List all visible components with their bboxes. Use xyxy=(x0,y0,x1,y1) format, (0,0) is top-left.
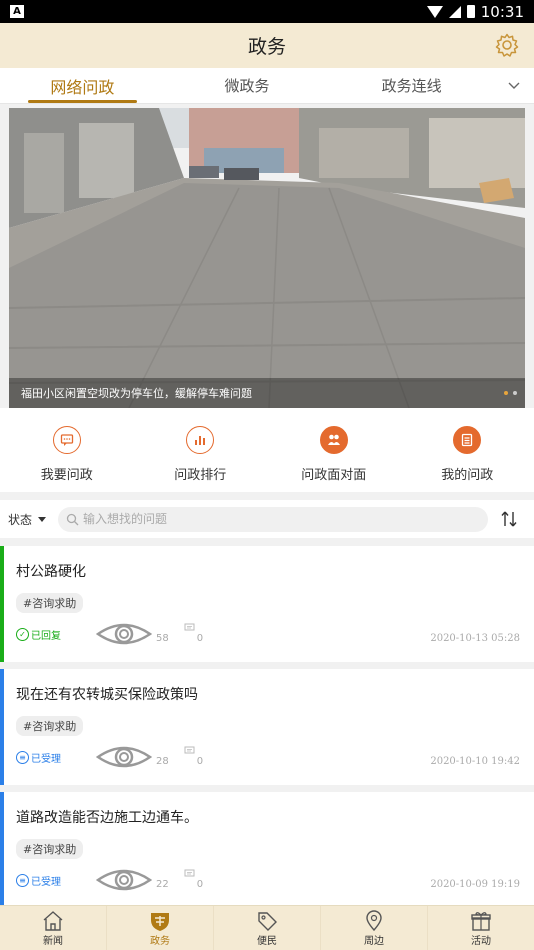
item-tag[interactable]: #咨询求助 xyxy=(16,593,84,613)
search-icon xyxy=(66,513,79,525)
accepted-icon: ≡ xyxy=(16,873,29,887)
app-header: 政务 xyxy=(0,23,534,68)
nav-item-services[interactable]: 便民 xyxy=(214,906,321,950)
banner-pagination xyxy=(504,391,517,395)
status-bar-accent xyxy=(0,546,4,662)
home-icon xyxy=(43,910,63,931)
tabs-expand-button[interactable] xyxy=(494,68,534,103)
nav-label: 新闻 xyxy=(43,935,63,947)
item-meta: ✓ 已回复 58 0 2020-10-13 05:28 xyxy=(16,623,520,645)
comment-icon xyxy=(184,869,195,877)
quick-action-label: 问政面对面 xyxy=(301,468,367,483)
nav-label: 周边 xyxy=(364,935,384,947)
chevron-down-icon xyxy=(508,82,520,89)
eye-icon xyxy=(96,623,152,645)
banner-caption: 福田小区闲置空坝改为停车位，缓解停车难问题 xyxy=(9,378,525,408)
list-item[interactable]: 道路改造能否边施工边通车。 #咨询求助 ≡ 已受理 22 0 2020-10-0… xyxy=(0,792,534,908)
nav-item-government[interactable]: 政务 xyxy=(107,906,214,950)
status-bar-accent xyxy=(0,792,4,908)
nav-item-activities[interactable]: 活动 xyxy=(428,906,534,950)
caret-down-icon xyxy=(38,516,47,522)
search-input[interactable] xyxy=(83,512,463,526)
item-meta: ≡ 已受理 28 0 2020-10-10 19:42 xyxy=(16,746,520,768)
status-dropdown[interactable]: 状态 xyxy=(8,511,58,528)
status-bar: A 10:31 xyxy=(0,0,534,23)
page-title: 政务 xyxy=(247,36,286,58)
item-status-text: 已受理 xyxy=(31,876,61,888)
status-dropdown-label: 状态 xyxy=(8,512,33,527)
quick-action-face-to-face[interactable]: 问政面对面 xyxy=(267,408,401,492)
eye-icon xyxy=(96,869,152,891)
tab-wei-zhengwu[interactable]: 微政务 xyxy=(165,68,330,103)
battery-icon xyxy=(466,5,475,18)
item-status: ✓ 已回复 xyxy=(16,627,96,642)
gift-icon xyxy=(471,911,491,931)
comment-count: 0 xyxy=(196,755,204,767)
item-date: 2020-10-10 19:42 xyxy=(430,755,520,767)
top-tabs: 网络问政 微政务 政务连线 xyxy=(0,68,534,104)
replied-icon: ✓ xyxy=(16,627,29,641)
nav-item-news[interactable]: 新闻 xyxy=(0,906,107,950)
quick-action-ranking[interactable]: 问政排行 xyxy=(134,408,268,492)
list-item[interactable]: 村公路硬化 #咨询求助 ✓ 已回复 58 0 2020-10-13 05:28 xyxy=(0,546,534,662)
view-count: 28 xyxy=(156,755,169,767)
eye-icon xyxy=(96,746,152,768)
comment-count: 0 xyxy=(196,632,204,644)
item-meta: ≡ 已受理 22 0 2020-10-09 19:19 xyxy=(16,869,520,891)
tab-zhengwu-lianxian[interactable]: 政务连线 xyxy=(329,68,494,103)
banner-dot xyxy=(513,391,517,395)
quick-action-label: 问政排行 xyxy=(174,468,227,483)
shield-icon xyxy=(151,912,169,931)
chat-bubble-icon xyxy=(52,426,81,454)
view-count: 22 xyxy=(156,878,169,890)
nav-label: 活动 xyxy=(471,935,491,947)
item-date: 2020-10-09 19:19 xyxy=(430,878,520,890)
quick-action-label: 我的问政 xyxy=(441,468,494,483)
banner-dot xyxy=(504,391,508,395)
item-title: 现在还有农转城买保险政策吗 xyxy=(16,687,198,703)
bottom-nav: 新闻 政务 便民 周边 活动 xyxy=(0,905,534,950)
item-status: ≡ 已受理 xyxy=(16,750,96,765)
question-list: 村公路硬化 #咨询求助 ✓ 已回复 58 0 2020-10-13 05:28 … xyxy=(0,546,534,915)
quick-actions: 我要问政 问政排行 问政面对面 我的问政 xyxy=(0,408,534,492)
quick-action-label: 我要问政 xyxy=(40,468,93,483)
sort-icon[interactable] xyxy=(500,510,518,528)
item-status: ≡ 已受理 xyxy=(16,873,96,888)
quick-action-ask[interactable]: 我要问政 xyxy=(0,408,134,492)
tag-icon xyxy=(258,911,277,931)
filter-bar: 状态 xyxy=(0,500,534,538)
item-title: 村公路硬化 xyxy=(16,564,86,580)
signal-icon xyxy=(448,5,461,18)
item-status-text: 已受理 xyxy=(31,753,61,765)
wifi-icon xyxy=(426,5,443,18)
location-icon xyxy=(366,909,382,931)
item-tag[interactable]: #咨询求助 xyxy=(16,716,84,736)
gear-icon[interactable] xyxy=(494,32,520,58)
search-box[interactable] xyxy=(58,506,488,532)
accepted-icon: ≡ xyxy=(16,750,29,764)
comment-count: 0 xyxy=(196,878,204,890)
status-time: 10:31 xyxy=(480,2,524,21)
list-item[interactable]: 现在还有农转城买保险政策吗 #咨询求助 ≡ 已受理 28 0 2020-10-1… xyxy=(0,669,534,785)
item-date: 2020-10-13 05:28 xyxy=(430,632,520,644)
people-icon xyxy=(319,426,348,454)
bar-chart-icon xyxy=(186,426,215,454)
list-icon xyxy=(453,426,482,454)
banner-carousel[interactable]: 福田小区闲置空坝改为停车位，缓解停车难问题 xyxy=(9,108,525,408)
nav-label: 便民 xyxy=(257,935,277,947)
comment-icon xyxy=(184,623,195,631)
item-title: 道路改造能否边施工边通车。 xyxy=(16,810,198,826)
nav-item-nearby[interactable]: 周边 xyxy=(321,906,428,950)
status-bar-accent xyxy=(0,669,4,785)
app-notification-icon: A xyxy=(10,5,24,18)
quick-action-mine[interactable]: 我的问政 xyxy=(401,408,534,492)
item-status-text: 已回复 xyxy=(31,630,61,642)
banner-photo xyxy=(9,108,525,408)
nav-label: 政务 xyxy=(150,935,170,947)
tab-wangluo-wenzheng[interactable]: 网络问政 xyxy=(0,68,165,103)
item-tag[interactable]: #咨询求助 xyxy=(16,839,84,859)
comment-icon xyxy=(184,746,195,754)
view-count: 58 xyxy=(156,632,169,644)
